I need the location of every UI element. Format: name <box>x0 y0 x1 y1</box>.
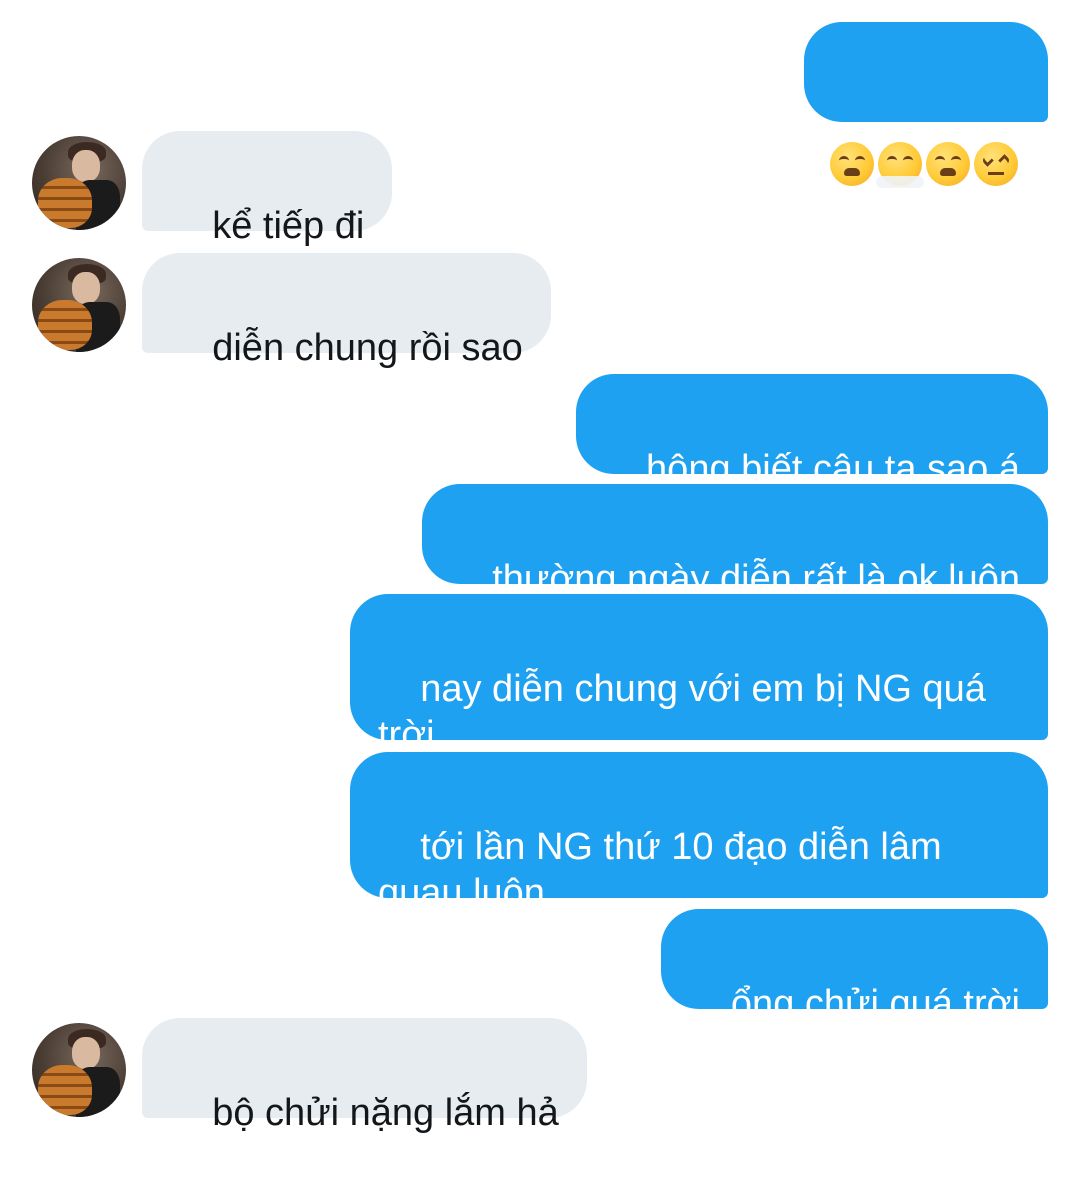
emoji-row <box>830 142 1022 188</box>
message-bubble-outgoing[interactable] <box>804 22 1048 188</box>
avatar[interactable] <box>32 258 126 352</box>
confounded-face-icon <box>974 142 1018 186</box>
weary-face-icon <box>830 142 874 186</box>
message-text: ổng chửi quá trời <box>730 983 1020 1025</box>
message-text: nay diễn chung với em bị NG quá trời <box>378 668 997 756</box>
message-text: tới lần NG thứ 10 đạo diễn lâm quạu luôn <box>378 826 953 914</box>
message-bubble-outgoing[interactable]: thường ngày diễn rất là ok luôn <box>421 484 1048 600</box>
steam-from-nose-icon <box>876 142 924 188</box>
message-bubble-incoming[interactable]: kể tiếp đi <box>142 131 393 247</box>
message-bubble-outgoing[interactable]: tới lần NG thứ 10 đạo diễn lâm quạu luôn <box>350 752 1048 914</box>
message-text: bộ chửi nặng lắm hả <box>212 1092 559 1134</box>
avatar[interactable] <box>32 136 126 230</box>
chat-thread: kể tiếp đi diễn chung rồi sao hông biết … <box>0 0 1080 1134</box>
message-text: kể tiếp đi <box>212 205 365 247</box>
message-bubble-outgoing[interactable]: hông biết cậu ta sao á <box>575 374 1048 490</box>
message-text: diễn chung rồi sao <box>212 327 523 369</box>
message-bubble-outgoing[interactable]: ổng chửi quá trời <box>660 909 1048 1025</box>
message-bubble-incoming[interactable]: bộ chửi nặng lắm hả <box>142 1018 587 1134</box>
message-bubble-incoming[interactable]: diễn chung rồi sao <box>142 253 551 369</box>
tired-face-icon <box>926 142 970 186</box>
message-bubble-outgoing[interactable]: nay diễn chung với em bị NG quá trời <box>350 594 1048 756</box>
avatar[interactable] <box>32 1023 126 1117</box>
